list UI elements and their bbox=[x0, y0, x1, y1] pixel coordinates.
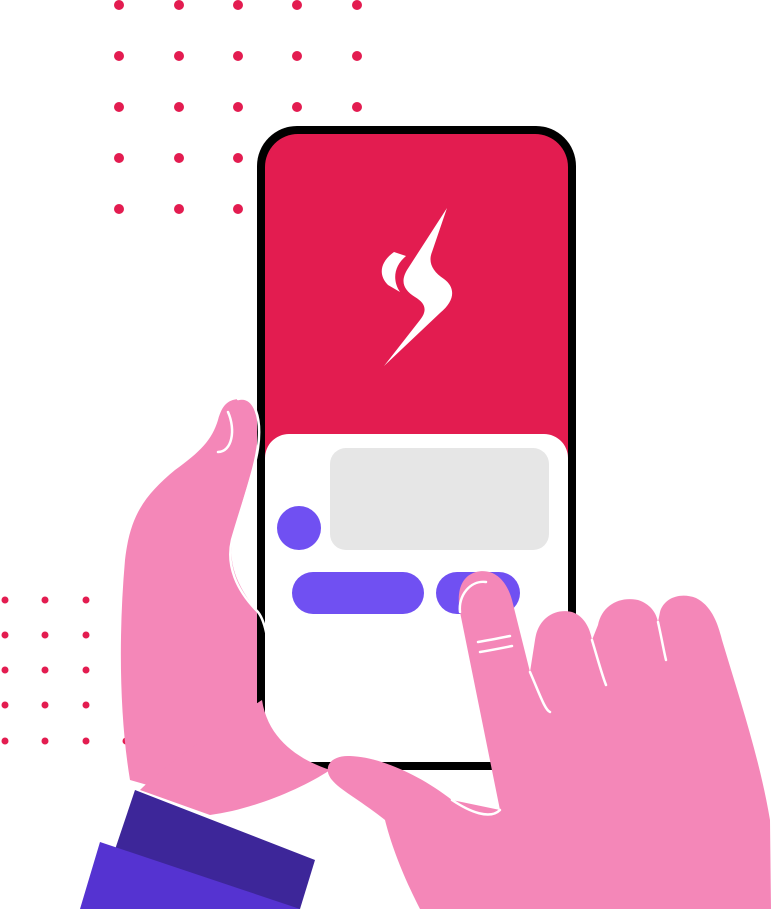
decorative-dot bbox=[352, 51, 362, 61]
decorative-dot bbox=[292, 102, 302, 112]
decorative-dot bbox=[41, 596, 49, 604]
decorative-dot bbox=[114, 102, 124, 112]
decorative-dot bbox=[1, 631, 9, 639]
decorative-dot bbox=[174, 102, 184, 112]
decorative-dot bbox=[233, 51, 243, 61]
decorative-dot bbox=[1, 737, 9, 745]
decorative-dot bbox=[1, 666, 9, 674]
decorative-dot bbox=[82, 666, 90, 674]
decorative-dot bbox=[352, 102, 362, 112]
decorative-dot bbox=[41, 631, 49, 639]
decorative-dot bbox=[1, 701, 9, 709]
decorative-dot bbox=[174, 0, 184, 10]
decorative-dot bbox=[174, 51, 184, 61]
decorative-dot bbox=[292, 0, 302, 10]
decorative-dot bbox=[82, 596, 90, 604]
decorative-dot bbox=[233, 153, 243, 163]
decorative-dot bbox=[1, 596, 9, 604]
phone-in-hands-illustration bbox=[1, 0, 771, 909]
illustration-stage bbox=[0, 0, 771, 909]
decorative-dot bbox=[41, 666, 49, 674]
decorative-dot bbox=[82, 701, 90, 709]
decorative-dot bbox=[114, 153, 124, 163]
decorative-dot bbox=[114, 51, 124, 61]
decorative-dot bbox=[174, 204, 184, 214]
decorative-dot bbox=[82, 631, 90, 639]
decorative-dot bbox=[352, 0, 362, 10]
placeholder-text-block bbox=[330, 448, 549, 550]
decorative-dot bbox=[292, 51, 302, 61]
decorative-dot-grid-bottom bbox=[1, 596, 130, 745]
decorative-dot bbox=[114, 0, 124, 10]
decorative-dot bbox=[174, 153, 184, 163]
decorative-dot bbox=[82, 737, 90, 745]
decorative-dot bbox=[233, 102, 243, 112]
decorative-dot bbox=[233, 0, 243, 10]
avatar[interactable] bbox=[277, 506, 321, 550]
decorative-dot bbox=[114, 204, 124, 214]
decorative-dot bbox=[41, 737, 49, 745]
decorative-dot bbox=[41, 701, 49, 709]
primary-button[interactable] bbox=[292, 572, 424, 614]
decorative-dot bbox=[233, 204, 243, 214]
